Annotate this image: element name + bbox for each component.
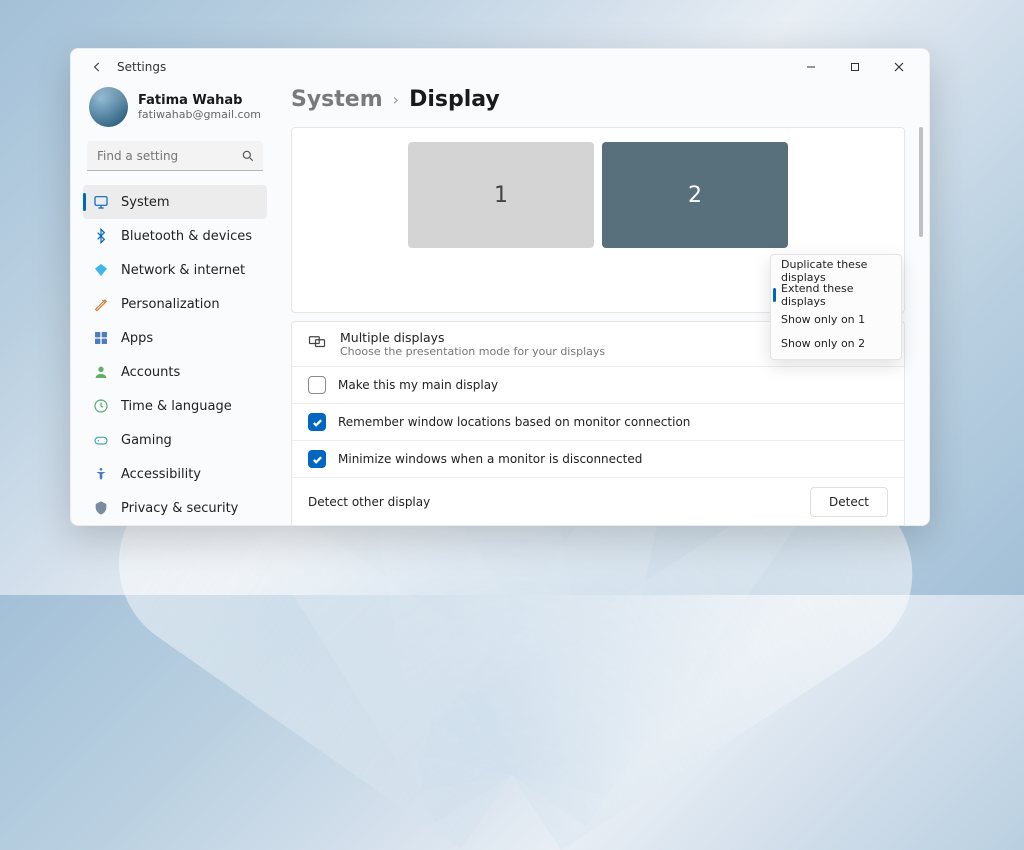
privacy-icon <box>93 500 109 516</box>
maximize-button[interactable] <box>833 53 877 81</box>
network-icon <box>93 262 109 278</box>
projection-option[interactable]: Show only on 1 <box>771 307 901 331</box>
breadcrumb: System › Display <box>291 85 929 126</box>
projection-option[interactable]: Duplicate these displays <box>771 259 901 283</box>
accessibility-icon <box>93 466 109 482</box>
display-arrangement-panel: 1 2 Identify Duplicate these displaysExt… <box>291 127 905 313</box>
row-remember-locations[interactable]: Remember window locations based on monit… <box>292 404 904 441</box>
projection-option[interactable]: Show only on 2 <box>771 331 901 355</box>
chevron-right-icon: › <box>393 90 399 109</box>
breadcrumb-current: Display <box>409 87 500 112</box>
displays-icon <box>308 333 326 355</box>
sidebar-item-label: Accounts <box>121 365 180 380</box>
projection-option[interactable]: Extend these displays <box>771 283 901 307</box>
sidebar-item-label: Privacy & security <box>121 501 238 516</box>
accounts-icon <box>93 364 109 380</box>
window-controls <box>789 53 921 81</box>
sidebar-item-label: Time & language <box>121 399 232 414</box>
sidebar-item-accessibility[interactable]: Accessibility <box>83 457 267 491</box>
app-title: Settings <box>117 60 166 74</box>
detect-button[interactable]: Detect <box>810 487 888 517</box>
user-name: Fatima Wahab <box>138 93 261 108</box>
content-area: 1 2 Identify Duplicate these displaysExt… <box>291 126 929 525</box>
search-input[interactable] <box>87 141 263 171</box>
sidebar-item-gaming[interactable]: Gaming <box>83 423 267 457</box>
checkbox-minimize-on-disconnect[interactable] <box>308 450 326 468</box>
sidebar-item-privacy[interactable]: Privacy & security <box>83 491 267 525</box>
row-main-display[interactable]: Make this my main display <box>292 367 904 404</box>
scrollbar[interactable] <box>919 127 923 525</box>
personalization-icon <box>93 296 109 312</box>
sidebar-item-network[interactable]: Network & internet <box>83 253 267 287</box>
sidebar: Fatima Wahab fatiwahab@gmail.com System B… <box>71 85 271 525</box>
bluetooth-icon <box>93 228 109 244</box>
arrangement-actions: Identify Duplicate these displaysExtend … <box>306 264 890 294</box>
section-title: Multiple displays <box>340 330 605 345</box>
row-minimize-on-disconnect[interactable]: Minimize windows when a monitor is disco… <box>292 441 904 478</box>
sidebar-item-label: System <box>121 195 169 210</box>
main: System › Display 1 2 Identify Duplicate … <box>271 85 929 525</box>
apps-icon <box>93 330 109 346</box>
row-label: Make this my main display <box>338 378 498 392</box>
nav: System Bluetooth & devices Network & inter… <box>83 185 267 525</box>
checkbox-main-display[interactable] <box>308 376 326 394</box>
user-email: fatiwahab@gmail.com <box>138 108 261 121</box>
row-detect-display: Detect other display Detect <box>292 478 904 525</box>
monitor-1[interactable]: 1 <box>408 142 594 248</box>
sidebar-item-system[interactable]: System <box>83 185 267 219</box>
minimize-button[interactable] <box>789 53 833 81</box>
time-icon <box>93 398 109 414</box>
row-label: Minimize windows when a monitor is disco… <box>338 452 642 466</box>
monitor-2[interactable]: 2 <box>602 142 788 248</box>
projection-dropdown: Duplicate these displaysExtend these dis… <box>770 254 902 360</box>
row-label: Remember window locations based on monit… <box>338 415 690 429</box>
sidebar-item-label: Personalization <box>121 297 220 312</box>
monitor-row: 1 2 <box>306 142 890 248</box>
avatar <box>89 87 128 127</box>
close-button[interactable] <box>877 53 921 81</box>
row-label: Detect other display <box>308 495 798 509</box>
checkbox-remember-locations[interactable] <box>308 413 326 431</box>
section-subtitle: Choose the presentation mode for your di… <box>340 345 605 358</box>
sidebar-item-bluetooth[interactable]: Bluetooth & devices <box>83 219 267 253</box>
search-icon <box>241 148 255 167</box>
gaming-icon <box>93 432 109 448</box>
breadcrumb-parent[interactable]: System <box>291 87 383 112</box>
sidebar-item-apps[interactable]: Apps <box>83 321 267 355</box>
system-icon <box>93 194 109 210</box>
sidebar-item-label: Accessibility <box>121 467 201 482</box>
titlebar: Settings <box>71 49 929 85</box>
sidebar-item-personalization[interactable]: Personalization <box>83 287 267 321</box>
sidebar-item-label: Bluetooth & devices <box>121 229 252 244</box>
search-box <box>87 141 263 171</box>
user-block[interactable]: Fatima Wahab fatiwahab@gmail.com <box>83 85 267 141</box>
sidebar-item-label: Gaming <box>121 433 172 448</box>
settings-window: Settings Fatima Wahab fatiwahab@gmail.co… <box>70 48 930 526</box>
sidebar-item-time[interactable]: Time & language <box>83 389 267 423</box>
sidebar-item-label: Apps <box>121 331 153 346</box>
back-button[interactable] <box>83 53 111 81</box>
sidebar-item-label: Network & internet <box>121 263 245 278</box>
sidebar-item-accounts[interactable]: Accounts <box>83 355 267 389</box>
